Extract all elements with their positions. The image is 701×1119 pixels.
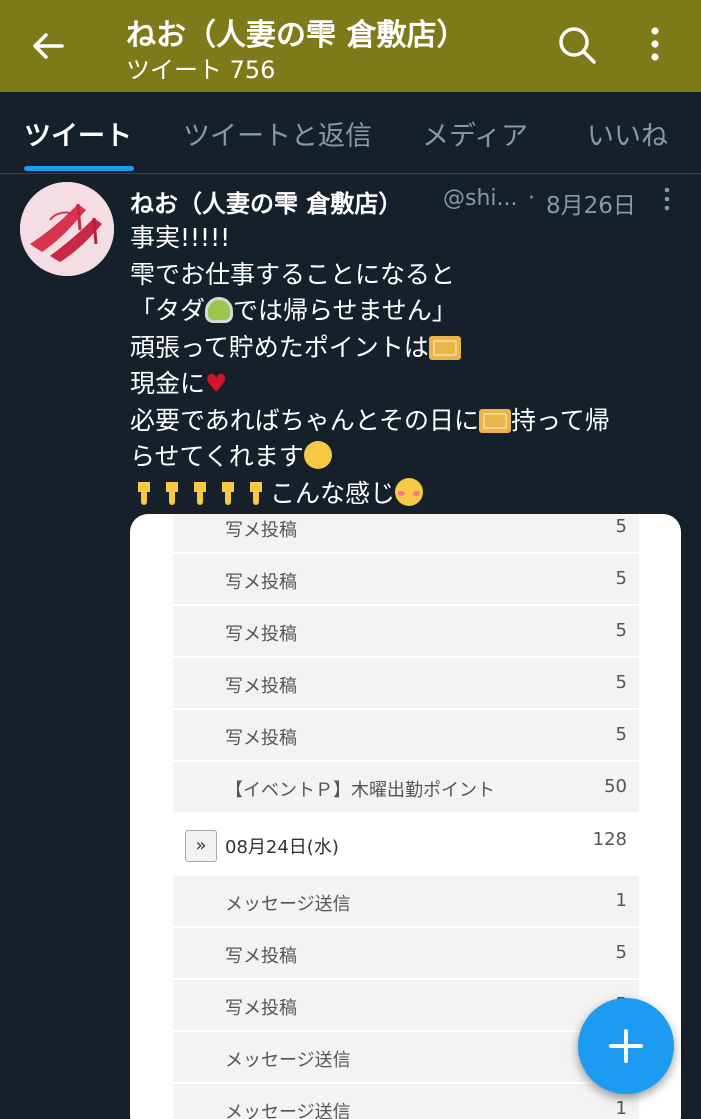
row-label: メッセージ送信 [225,1050,351,1071]
date-row: » 08月24日(水) 128 [173,814,639,876]
row-label: 写メ投稿 [225,676,297,697]
row-value: 5 [615,724,627,745]
avatar-heels-image [20,182,114,276]
yen-banknote-emoji-icon [428,335,461,360]
row-label: 写メ投稿 [225,998,297,1019]
table-row: メッセージ送信 1 [173,876,639,928]
avatar[interactable] [20,182,114,276]
pointing-down-emoji-icon [250,481,262,505]
row-value: 1 [615,1098,627,1119]
row-label: 写メ投稿 [225,572,297,593]
row-value: 5 [615,942,627,963]
tweet-text: 事実!!!!! 雫でお仕事することになると 「タダ では帰らせません」 頑張って貯… [130,220,685,512]
tweet-text-fragment: では帰らせません」 [233,296,457,325]
row-value: 5 [615,620,627,641]
row-value: 5 [615,516,627,537]
row-label: 写メ投稿 [225,728,297,749]
pointing-down-emoji-icon [138,481,150,505]
profile-title: ねお（人妻の雫 倉敷店） [126,18,467,53]
row-label: メッセージ送信 [225,1102,351,1119]
tweet-text-fragment: らせてくれます [130,442,304,471]
table-row: 写メ投稿 5 [173,606,639,658]
compose-tweet-button[interactable] [578,998,674,1094]
row-value: 50 [604,776,627,797]
tweet-date[interactable]: 8月26日 [546,186,636,220]
tweet-line: こんな感じ [130,476,685,513]
row-value: 5 [615,568,627,589]
tweet-line: らせてくれます [130,439,685,476]
tab-tweets[interactable]: ツイート [24,114,132,153]
plus-icon [609,1029,643,1063]
tweet-text-fragment: 持って帰 [511,405,610,435]
tea-emoji-icon [205,297,234,323]
row-value: 5 [615,672,627,693]
pointing-down-emoji-icon [166,481,178,505]
yen-banknote-emoji-icon [479,408,512,433]
meta-separator: · [528,186,535,211]
tweet-count: ツイート 756 [126,56,276,84]
tweet-line: 必要であればちゃんとその日に 持って帰 [130,403,685,440]
row-label: 写メ投稿 [225,946,297,967]
tweet-line: 雫でお仕事することになると [130,259,456,289]
back-arrow-icon[interactable] [28,26,68,66]
pointing-down-emoji-icon [222,481,234,505]
tab-tweets-and-replies[interactable]: ツイートと返信 [183,114,372,153]
tweet-more-icon[interactable] [660,186,674,212]
table-row: 写メ投稿 5 [173,554,639,606]
table-row: メッセージ送信1 [173,1032,639,1084]
table-row: 写メ投稿 5 [173,928,639,980]
tweet-author-handle[interactable]: @shi... [443,186,518,211]
tweet-line: 頑張って貯めたポイントは [130,330,685,367]
date-total: 128 [592,829,627,850]
row-label: 写メ投稿 [225,520,297,541]
points-history-table: 写メ投稿 5 写メ投稿 5 写メ投稿 5 写メ投稿 5 写メ投稿 5 【イベントＰ】木曜出… [173,514,639,1119]
search-icon[interactable] [556,24,598,66]
row-label: メッセージ送信 [225,894,351,915]
table-row: メッセージ送信 1 [173,1084,639,1119]
tweet-author-name[interactable]: ねお（人妻の雫 倉敷店） [130,184,402,219]
app-bar: ねお（人妻の雫 倉敷店） ツイート 756 [0,0,701,92]
table-row: 写メ投稿 5 [173,514,639,554]
blush-emoji-icon [395,477,424,506]
table-row: 写メ投稿5 [173,980,639,1032]
tab-likes[interactable]: いいね [587,114,668,153]
row-label: 【イベントＰ】木曜出勤ポイント [225,780,495,801]
active-tab-indicator [24,166,134,171]
tweet-line: 現金に♥ [130,366,685,403]
tweet-line: 「タダ では帰らせません」 [130,293,685,330]
row-label: 写メ投稿 [225,624,297,645]
table-row: 【イベントＰ】木曜出勤ポイント 50 [173,762,639,814]
tweet-line: 事実!!!!! [130,223,231,252]
tweet-text-fragment: こんな感じ [270,478,396,508]
tweet-text-fragment: 「タダ [130,296,206,325]
pointing-down-emoji-icon [194,481,206,505]
row-value: 1 [615,890,627,911]
tweet-text-fragment: 必要であればちゃんとその日に [130,405,480,435]
tweet-text-fragment: 頑張って貯めたポイントは [130,332,429,362]
tweet-text-fragment: 現金に [130,369,206,398]
date-label: 08月24日(水) [225,837,339,858]
expand-button: » [185,830,217,862]
heart-emoji-icon: ♥ [205,369,228,398]
profile-tabs: ツイート ツイートと返信 メディア いいね [0,92,701,174]
table-row: 写メ投稿 5 [173,710,639,762]
more-vertical-icon[interactable] [640,24,670,64]
smiley-emoji-icon [303,441,332,469]
tab-media[interactable]: メディア [422,114,528,153]
table-row: 写メ投稿 5 [173,658,639,710]
